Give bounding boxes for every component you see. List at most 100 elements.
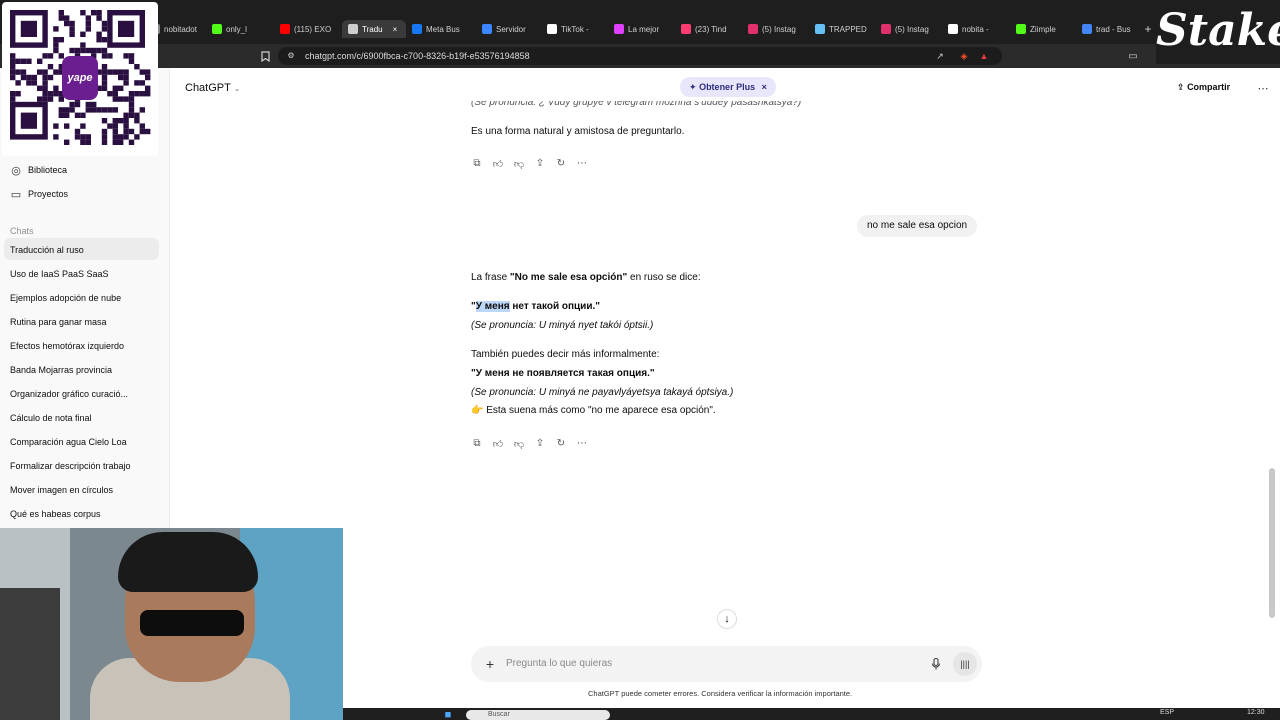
browser-tab[interactable]: trad - Bus <box>1082 20 1142 38</box>
sidebar-item-biblioteca[interactable]: Biblioteca <box>28 165 67 175</box>
sidebar-chat-item[interactable]: Banda Mojarras provincia <box>10 365 112 375</box>
browser-tab[interactable]: nobita - <box>948 20 1008 38</box>
browser-tab[interactable]: Meta Bus <box>412 20 472 38</box>
qr-module <box>64 20 70 27</box>
sidebar-chat-item[interactable]: Efectos hemotórax izquierdo <box>10 341 124 351</box>
address-bar[interactable]: ⚙ chatgpt.com/c/6900fbca-c700-8326-b19f-… <box>278 47 1002 65</box>
sidebar-chat-item[interactable]: Ejemplos adopción de nube <box>10 293 121 303</box>
thumbs-up-icon[interactable]: 👍︎ <box>492 158 504 172</box>
sidebar-chat-item[interactable]: Uso de IaaS PaaS SaaS <box>10 269 109 279</box>
qr-module <box>112 139 118 145</box>
windows-start-icon[interactable]: ■ <box>442 709 454 721</box>
copy-icon[interactable]: ⧉ <box>471 158 483 172</box>
qr-module <box>96 37 102 43</box>
sidebar-chat-item[interactable]: Traducción al ruso <box>10 245 84 255</box>
browser-tab[interactable]: (23) Tind <box>681 20 741 38</box>
scroll-down-button[interactable]: ↓ <box>717 609 737 629</box>
qr-module <box>64 107 70 113</box>
tab-favicon-icon <box>412 24 422 34</box>
qr-module <box>20 74 27 81</box>
share-page-icon[interactable]: ↗ <box>934 50 946 62</box>
qr-module <box>123 53 129 59</box>
qr-module <box>80 112 86 118</box>
browser-tab[interactable]: (5) Instag <box>748 20 808 38</box>
browser-tab[interactable]: Tradu × <box>342 20 406 38</box>
browser-tab[interactable]: only_l <box>212 20 272 38</box>
share-icon[interactable]: ⇪ <box>534 438 546 452</box>
rewards-icon[interactable]: ▲ <box>978 50 990 62</box>
tab-favicon-icon <box>748 24 758 34</box>
qr-module <box>112 69 118 75</box>
brave-shield-icon[interactable]: ◈ <box>958 50 970 62</box>
microphone-icon[interactable] <box>929 657 943 671</box>
sidebar-item-proyectos[interactable]: Proyectos <box>28 189 68 199</box>
thumbs-up-icon[interactable]: 👍︎ <box>492 438 504 452</box>
close-tab-icon[interactable]: × <box>393 25 398 34</box>
sidebar-chat-item[interactable]: Organizador gráfico curació... <box>10 389 128 399</box>
plus-icon[interactable]: + <box>483 656 497 672</box>
browser-tab[interactable]: Ziimple <box>1016 20 1076 38</box>
more-icon[interactable]: ⋯ <box>576 438 588 452</box>
sidebar-chat-item[interactable]: Rutina para ganar masa <box>10 317 107 327</box>
close-icon[interactable]: × <box>762 82 767 92</box>
browser-tab[interactable]: TikTok - <box>547 20 607 38</box>
qr-code-overlay: yape <box>2 2 158 156</box>
prompt-input[interactable]: Pregunta lo que quieras <box>506 658 612 669</box>
qr-module <box>20 20 37 37</box>
qr-module <box>74 47 81 54</box>
qr-module <box>69 20 75 27</box>
intro-phrase: "No me sale esa opción" <box>509 272 628 283</box>
sidebar-toggle-icon[interactable]: ▭ <box>1126 49 1140 63</box>
browser-tab[interactable]: TRAPPED <box>815 20 875 38</box>
qr-module <box>37 58 43 64</box>
prompt-composer[interactable]: + Pregunta lo que quieras |||| <box>471 646 982 682</box>
share-button[interactable]: ⇪ Compartir <box>1177 82 1230 93</box>
share-icon[interactable]: ⇪ <box>534 158 546 172</box>
tab-label: La mejor <box>628 24 660 34</box>
taskbar-search[interactable]: Buscar <box>466 710 610 720</box>
scrollbar[interactable] <box>1269 468 1275 618</box>
qr-module <box>128 139 135 145</box>
browser-tab[interactable]: (115) EXO <box>280 20 340 38</box>
qr-module <box>145 74 151 81</box>
qr-module <box>10 53 16 59</box>
regenerate-icon[interactable]: ↻ <box>555 158 567 172</box>
sidebar-chat-item[interactable]: Cálculo de nota final <box>10 413 92 423</box>
tab-label: (115) EXO <box>294 24 332 34</box>
new-tab-icon[interactable]: + <box>1141 22 1155 36</box>
sidebar-chat-item[interactable]: Formalizar descripción trabajo <box>10 461 131 471</box>
regenerate-icon[interactable]: ↻ <box>555 438 567 452</box>
thumbs-down-icon[interactable]: 👎︎ <box>513 438 525 452</box>
copy-icon[interactable]: ⧉ <box>471 438 483 452</box>
model-selector[interactable]: ChatGPT ⌄ <box>185 82 240 94</box>
qr-module <box>80 42 86 48</box>
selected-text[interactable]: У меня <box>475 301 510 312</box>
get-plus-button[interactable]: ✦ Obtener Plus × <box>680 77 776 97</box>
more-options-icon[interactable]: ⋯ <box>1256 81 1270 95</box>
browser-tab[interactable]: (5) Instag <box>881 20 941 38</box>
qr-module <box>91 10 97 16</box>
qr-module <box>139 80 145 86</box>
user-message: no me sale esa opcion <box>857 215 978 237</box>
qr-module <box>118 74 124 81</box>
browser-tab[interactable]: La mejor <box>614 20 674 38</box>
site-settings-icon[interactable]: ⚙ <box>286 51 296 61</box>
qr-module <box>118 139 124 145</box>
qr-module <box>53 91 59 97</box>
voice-mode-icon[interactable]: |||| <box>953 652 977 676</box>
qr-module <box>10 96 16 102</box>
browser-tab[interactable]: nobitadot <box>150 20 210 38</box>
sidebar-chat-item[interactable]: Qué es habeas corpus <box>10 509 101 519</box>
sidebar-chat-item[interactable]: Mover imagen en círculos <box>10 485 113 495</box>
language-indicator[interactable]: ESP <box>1160 709 1174 716</box>
qr-module <box>80 47 86 54</box>
bookmark-icon[interactable] <box>258 49 272 63</box>
qr-module <box>58 112 64 118</box>
sidebar-chat-item[interactable]: Comparación agua Cielo Loa <box>10 437 127 447</box>
more-icon[interactable]: ⋯ <box>576 158 588 172</box>
qr-module <box>112 134 118 140</box>
browser-tab[interactable]: Servidor <box>482 20 542 38</box>
qr-module <box>101 37 108 43</box>
thumbs-down-icon[interactable]: 👎︎ <box>513 158 525 172</box>
qr-module <box>69 26 75 32</box>
